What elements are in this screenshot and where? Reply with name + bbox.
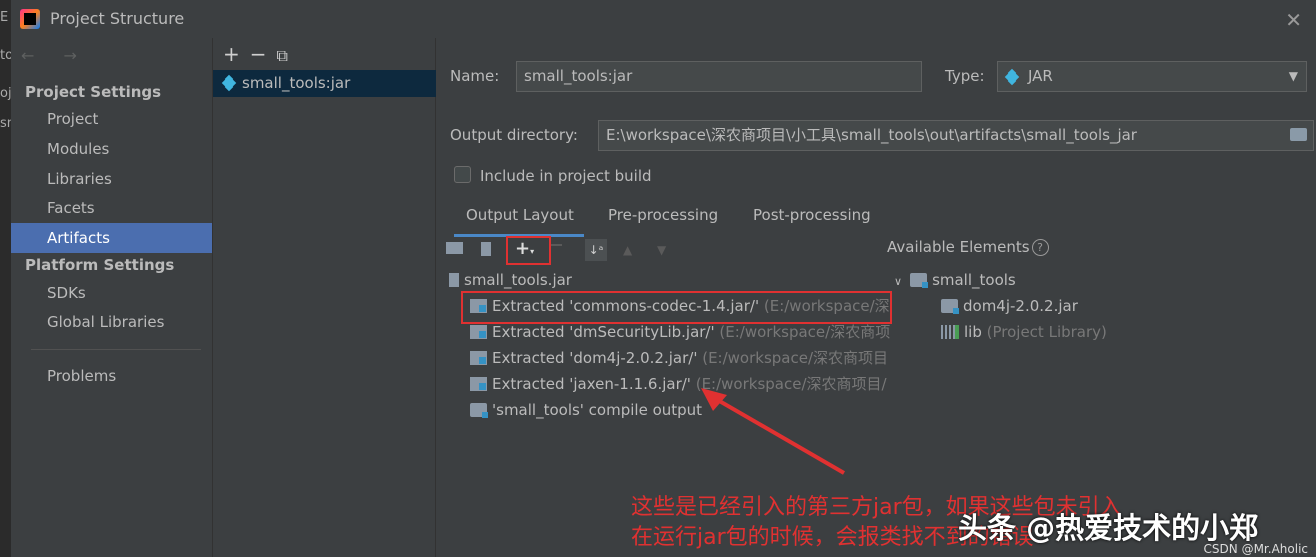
sidebar-item-sdks[interactable]: SDKs xyxy=(11,278,212,308)
layout-tree-root[interactable]: small_tools.jar xyxy=(449,268,572,292)
available-elements-label: Available Elements xyxy=(887,238,1030,256)
toutiao-watermark: 头条 @热爱技术的小郑 xyxy=(958,511,1259,545)
available-elements-header: Available Elements? xyxy=(887,238,1049,256)
include-in-build-checkbox[interactable] xyxy=(454,166,471,183)
settings-sidebar: ← → Project Settings Project Modules Lib… xyxy=(11,38,212,557)
sort-icon[interactable]: ↓ᵃ xyxy=(585,239,607,261)
remove-icon[interactable] xyxy=(550,244,562,246)
artifact-config-panel: Name: small_tools:jar Type: JAR ▼ Output… xyxy=(437,38,1316,557)
available-tree-item-suffix: (Project Library) xyxy=(986,323,1107,341)
output-directory-label: Output directory: xyxy=(450,126,578,144)
expand-chevron-icon[interactable]: ∨ xyxy=(894,275,902,288)
layout-tree-item-path: (E:/workspace/深农商项目 xyxy=(702,349,889,367)
tab-post-processing[interactable]: Post-processing xyxy=(753,206,871,224)
available-tree-root[interactable]: ∨ small_tools xyxy=(894,268,1016,292)
annotation-highlight-extracted xyxy=(461,291,892,324)
type-select-value: JAR xyxy=(1028,67,1053,85)
close-icon[interactable]: ✕ xyxy=(1285,8,1302,32)
available-tree-root-label: small_tools xyxy=(932,271,1016,289)
new-archive-icon[interactable] xyxy=(481,242,491,256)
library-icon xyxy=(941,325,959,339)
type-label: Type: xyxy=(945,67,985,85)
sidebar-item-facets[interactable]: Facets xyxy=(11,193,212,223)
artifact-list-toolbar: +−⧉ xyxy=(223,42,298,66)
platform-settings-header: Platform Settings xyxy=(25,256,175,274)
artifact-list-panel: +−⧉ small_tools:jar xyxy=(212,38,436,557)
type-select[interactable]: JAR ▼ xyxy=(997,61,1307,92)
jar-folder-icon xyxy=(941,299,959,314)
layout-tree-item-label: Extracted 'dmSecurityLib.jar/' xyxy=(492,323,715,341)
help-icon[interactable]: ? xyxy=(1031,239,1049,256)
layout-tree-item-label: Extracted 'jaxen-1.1.6.jar/' xyxy=(492,375,691,393)
annotation-arrow xyxy=(701,388,846,475)
output-directory-field[interactable]: E:\workspace\深农商项目\小工具\small_tools\out\a… xyxy=(598,120,1314,151)
copy-icon[interactable]: ⧉ xyxy=(277,46,298,65)
output-directory-value: E:\workspace\深农商项目\小工具\small_tools\out\a… xyxy=(606,126,1137,144)
annotation-highlight-add xyxy=(506,236,551,265)
sidebar-item-artifacts[interactable]: Artifacts xyxy=(11,223,212,253)
layout-tree-root-label: small_tools.jar xyxy=(464,271,572,289)
name-field[interactable]: small_tools:jar xyxy=(516,61,922,92)
project-settings-header: Project Settings xyxy=(25,83,162,101)
available-tree-item[interactable]: dom4j-2.0.2.jar xyxy=(941,294,1078,318)
module-folder-icon xyxy=(910,273,929,288)
tab-output-layout[interactable]: Output Layout xyxy=(466,206,574,224)
layout-tree-item[interactable]: 'small_tools' compile output xyxy=(470,398,702,422)
available-tree-item-label: lib xyxy=(964,323,982,341)
jar-artifact-icon xyxy=(221,74,237,92)
extracted-jar-icon xyxy=(470,377,487,391)
layout-tree-item-label: 'small_tools' compile output xyxy=(492,401,703,419)
tab-pre-processing[interactable]: Pre-processing xyxy=(608,206,718,224)
bg-fragment: E xyxy=(0,10,9,25)
move-down-icon[interactable]: ▼ xyxy=(657,243,666,257)
background-editor-strip: E to oj sn xyxy=(0,0,15,557)
extracted-jar-icon xyxy=(470,325,487,339)
add-icon[interactable]: + xyxy=(223,42,250,66)
jar-type-icon xyxy=(1004,68,1020,86)
bg-fragment: oj xyxy=(0,86,12,101)
available-tree-item-label: dom4j-2.0.2.jar xyxy=(963,297,1078,315)
layout-tree-item[interactable]: Extracted 'dom4j-2.0.2.jar/' (E:/workspa… xyxy=(470,346,888,370)
move-up-icon[interactable]: ▲ xyxy=(623,243,632,257)
module-output-folder-icon xyxy=(470,403,488,418)
sidebar-item-project[interactable]: Project xyxy=(11,104,212,134)
sidebar-item-problems[interactable]: Problems xyxy=(11,361,212,391)
intellij-logo-icon xyxy=(20,9,40,29)
remove-icon[interactable]: − xyxy=(250,42,277,66)
layout-tree-item-path: (E:/workspace/深农商项 xyxy=(719,323,891,341)
dialog-title: Project Structure xyxy=(50,9,185,28)
jar-icon xyxy=(449,273,459,287)
name-label: Name: xyxy=(450,67,500,85)
extracted-jar-icon xyxy=(470,351,487,365)
back-forward-arrows[interactable]: ← → xyxy=(21,46,89,65)
dialog-titlebar: Project Structure ✕ xyxy=(11,0,1316,38)
sidebar-item-modules[interactable]: Modules xyxy=(11,134,212,164)
sidebar-item-libraries[interactable]: Libraries xyxy=(11,164,212,194)
sidebar-divider xyxy=(31,349,201,350)
csdn-watermark: CSDN @Mr.Aholic xyxy=(1203,542,1308,556)
include-in-build-label: Include in project build xyxy=(480,167,652,185)
available-tree-item[interactable]: lib (Project Library) xyxy=(941,320,1107,344)
layout-tree-item-label: Extracted 'dom4j-2.0.2.jar/' xyxy=(492,349,698,367)
sidebar-item-global-libraries[interactable]: Global Libraries xyxy=(11,307,212,337)
artifact-list-item-label: small_tools:jar xyxy=(242,74,351,92)
chevron-down-icon: ▼ xyxy=(1288,69,1298,83)
new-directory-icon[interactable] xyxy=(446,242,463,254)
browse-folder-icon[interactable] xyxy=(1290,128,1307,141)
artifact-list-item[interactable]: small_tools:jar xyxy=(213,70,436,97)
